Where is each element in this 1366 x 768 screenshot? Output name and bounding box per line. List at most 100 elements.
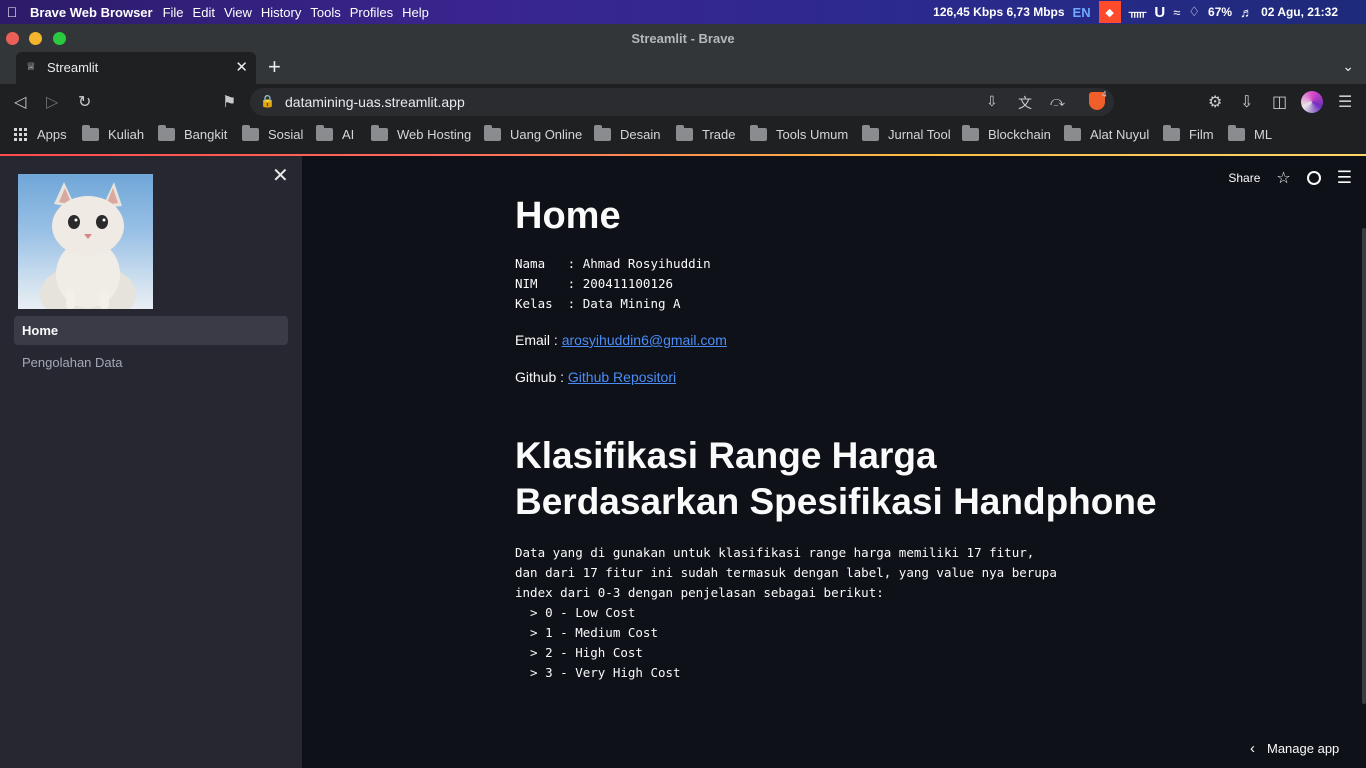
identity-block: Nama : Ahmad Rosyihuddin NIM : 200411100… xyxy=(515,256,711,311)
bookmark-label: Blockchain xyxy=(988,127,1051,142)
folder-icon xyxy=(962,125,979,141)
url-text[interactable]: datamining-uas.streamlit.app xyxy=(285,94,465,110)
keyboard-layout[interactable]: EN xyxy=(1073,5,1091,20)
folder-icon xyxy=(862,125,879,141)
folder-icon xyxy=(1228,125,1245,141)
page-title: Home xyxy=(515,195,621,237)
brave-tray-icon[interactable]: ◆ xyxy=(1098,1,1121,23)
menu-history[interactable]: History xyxy=(261,5,301,20)
back-icon[interactable]: ◁ xyxy=(14,92,26,112)
folder-icon xyxy=(242,125,259,141)
tab-streamlit[interactable]: ♕ Streamlit ✕ xyxy=(16,52,256,84)
bookmark-label: ML xyxy=(1254,127,1273,142)
menu-profiles[interactable]: Profiles xyxy=(350,5,393,20)
bluetooth-icon[interactable]: ᚅ xyxy=(1129,4,1147,20)
bookmark-jurnal-tool[interactable]: Jurnal Tool xyxy=(862,125,951,142)
chevron-left-icon: ‹ xyxy=(1250,740,1255,757)
streamlit-sidebar: ✕ Home Pengolahan Data xyxy=(0,156,302,768)
menu-edit[interactable]: Edit xyxy=(193,5,215,20)
bookmark-label: Trade xyxy=(702,127,736,142)
new-tab-button[interactable]: + xyxy=(268,56,281,78)
bookmark-desain[interactable]: Desain xyxy=(594,125,660,142)
browser-toolbar: ◁ ▷ ↻ ⚑ 🔒 datamining-uas.streamlit.app ⇩… xyxy=(0,84,1366,120)
menu-view[interactable]: View xyxy=(224,5,252,20)
email-link[interactable]: arosyihuddin6@gmail.com xyxy=(562,332,727,348)
bookmark-label: Jurnal Tool xyxy=(888,127,951,142)
folder-icon xyxy=(82,125,99,141)
menu-file[interactable]: File xyxy=(163,5,184,20)
bookmark-blockchain[interactable]: Blockchain xyxy=(962,125,1051,142)
bookmark-label: AI xyxy=(342,127,355,142)
window-title: Streamlit - Brave xyxy=(631,31,735,46)
bookmark-ai[interactable]: AI xyxy=(316,125,355,142)
github-label: Github : xyxy=(515,369,568,385)
folder-icon xyxy=(594,125,611,141)
github-link[interactable]: Github Repositori xyxy=(568,369,676,385)
bookmark-label: Film xyxy=(1189,127,1214,142)
github-line: Github : Github Repositori xyxy=(515,367,1165,387)
reload-icon[interactable]: ↻ xyxy=(78,92,91,112)
app-name[interactable]: Brave Web Browser xyxy=(30,5,153,20)
email-label: Email : xyxy=(515,332,562,348)
profile-avatar[interactable] xyxy=(1301,91,1323,113)
bookmark-uang-online[interactable]: Uang Online xyxy=(484,125,582,142)
manage-app-button[interactable]: ‹ Manage app xyxy=(1250,740,1339,757)
extensions-icon[interactable]: ⚙ xyxy=(1208,92,1222,112)
tab-search-icon[interactable]: ⌄ xyxy=(1342,58,1354,75)
folder-icon xyxy=(676,125,693,141)
os-menubar:  Brave Web Browser File Edit View Histo… xyxy=(0,0,1366,24)
bookmark-alat-nuyul[interactable]: Alat Nuyul xyxy=(1064,125,1149,142)
bookmark-ml[interactable]: ML xyxy=(1228,125,1273,142)
menu-help[interactable]: Help xyxy=(402,5,429,20)
sidebar-toggle-icon[interactable]: ◫ xyxy=(1272,92,1287,112)
bookmark-film[interactable]: Film xyxy=(1163,125,1214,142)
bell-icon[interactable]: ♢ xyxy=(1188,4,1200,20)
share-button[interactable]: Share xyxy=(1228,171,1260,185)
bookmark-web-hosting[interactable]: Web Hosting xyxy=(371,125,472,142)
close-sidebar-icon[interactable]: ✕ xyxy=(272,166,289,186)
scrollbar[interactable] xyxy=(1362,228,1366,704)
address-bar[interactable]: 🔒 datamining-uas.streamlit.app ⇩ 文 ⤼ 4 xyxy=(250,88,1114,116)
folder-icon xyxy=(1064,125,1081,141)
bookmark-kuliah[interactable]: Kuliah xyxy=(82,125,144,142)
hamburger-menu-icon[interactable]: ☰ xyxy=(1337,168,1352,188)
folder-icon xyxy=(371,125,388,141)
app-header-actions: Share ☆ ☰ xyxy=(1228,168,1366,188)
bookmark-icon[interactable]: ⚑ xyxy=(222,92,236,112)
clock[interactable]: 02 Agu, 21:32 xyxy=(1261,5,1338,19)
bookmark-label: Tools Umum xyxy=(776,127,849,142)
translate-icon[interactable]: 文 xyxy=(1018,93,1032,113)
tab-close-icon[interactable]: ✕ xyxy=(235,58,248,76)
battery-level[interactable]: 67% xyxy=(1208,5,1232,19)
bookmarks-bar: Apps Kuliah Bangkit Sosial AI Web Hostin… xyxy=(0,120,1366,150)
volume-icon[interactable]: ♬ xyxy=(1240,5,1253,20)
downloads-icon[interactable]: ⇩ xyxy=(1240,92,1253,112)
email-line: Email : arosyihuddin6@gmail.com xyxy=(515,330,1165,350)
bookmark-label: Web Hosting xyxy=(397,127,472,142)
bookmark-apps[interactable]: Apps xyxy=(14,127,67,142)
folder-icon xyxy=(316,125,333,141)
bookmark-trade[interactable]: Trade xyxy=(676,125,736,142)
bookmark-tools-umum[interactable]: Tools Umum xyxy=(750,125,849,142)
bookmark-label: Bangkit xyxy=(184,127,228,142)
install-app-icon[interactable]: ⇩ xyxy=(986,93,998,110)
lock-icon[interactable]: 🔒 xyxy=(260,94,275,108)
sidebar-item-pengolahan-data[interactable]: Pengolahan Data xyxy=(14,348,288,377)
share-icon[interactable]: ⤼ xyxy=(1050,93,1065,110)
star-icon[interactable]: ☆ xyxy=(1276,168,1290,188)
github-icon[interactable] xyxy=(1306,171,1321,185)
apple-icon[interactable]:  xyxy=(0,4,24,20)
tab-label: Streamlit xyxy=(47,60,99,75)
folder-icon xyxy=(158,125,175,141)
forward-icon[interactable]: ▷ xyxy=(46,92,58,112)
menu-icon[interactable]: ☰ xyxy=(1338,92,1352,112)
sidebar-item-home[interactable]: Home xyxy=(14,316,288,345)
bookmark-sosial[interactable]: Sosial xyxy=(242,125,303,142)
wifi-icon[interactable]: ≈ xyxy=(1173,5,1180,20)
main-content: Home Nama : Ahmad Rosyihuddin NIM : 2004… xyxy=(515,194,1165,683)
network-speed: 126,45 Kbps 6,73 Mbps xyxy=(933,5,1065,19)
section-title: Klasifikasi Range Harga Berdasarkan Spes… xyxy=(515,435,1157,522)
u-tray-icon[interactable]: U xyxy=(1154,4,1165,21)
menu-tools[interactable]: Tools xyxy=(310,5,340,20)
bookmark-bangkit[interactable]: Bangkit xyxy=(158,125,228,142)
